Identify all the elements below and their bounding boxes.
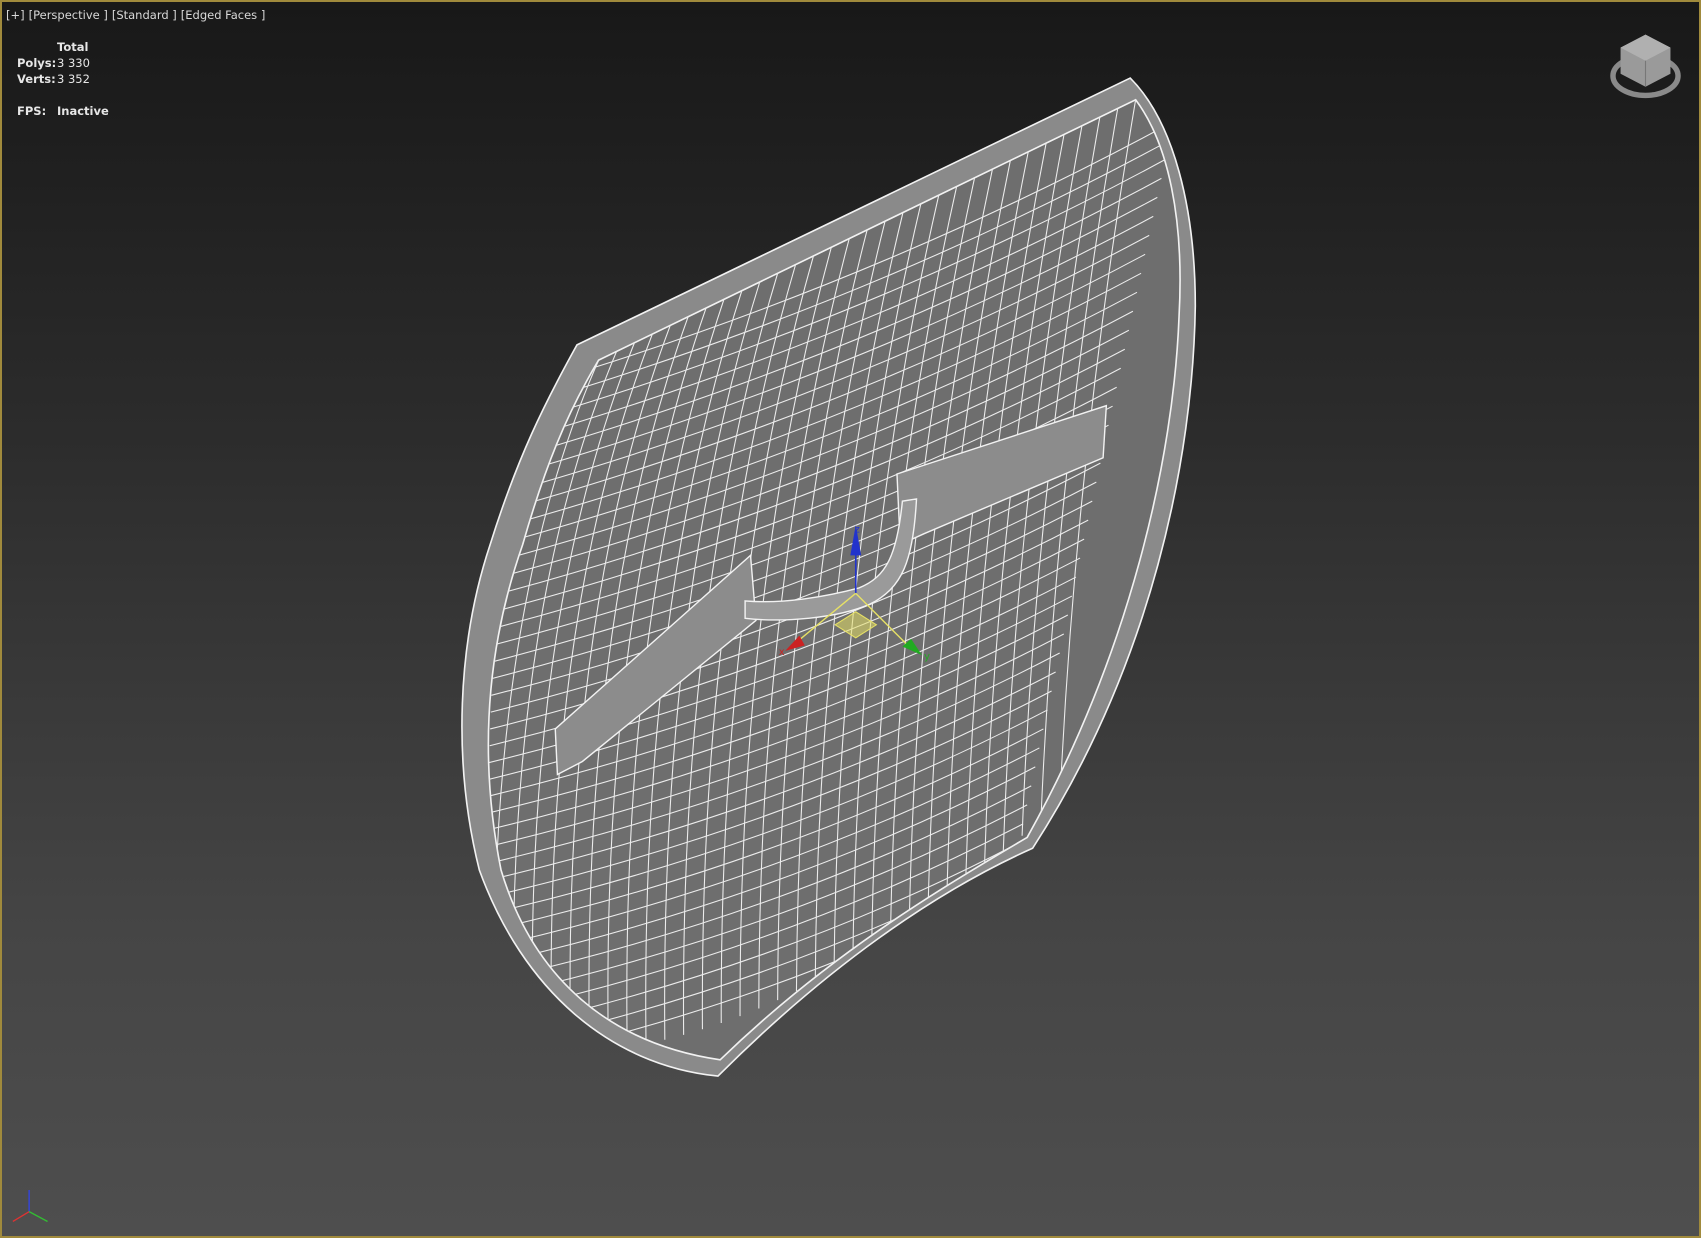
scene: x y z bbox=[12, 34, 1681, 1223]
perspective-viewport[interactable]: [+] [Perspective ] [Standard ] [Edged Faces… bbox=[0, 0, 1701, 1238]
gizmo-y-label: y bbox=[924, 652, 930, 663]
gizmo-z-label: z bbox=[855, 525, 860, 536]
viewcube[interactable] bbox=[1610, 34, 1681, 99]
world-axis-tripod-icon bbox=[12, 1189, 48, 1223]
gizmo-x-label: x bbox=[779, 647, 785, 658]
